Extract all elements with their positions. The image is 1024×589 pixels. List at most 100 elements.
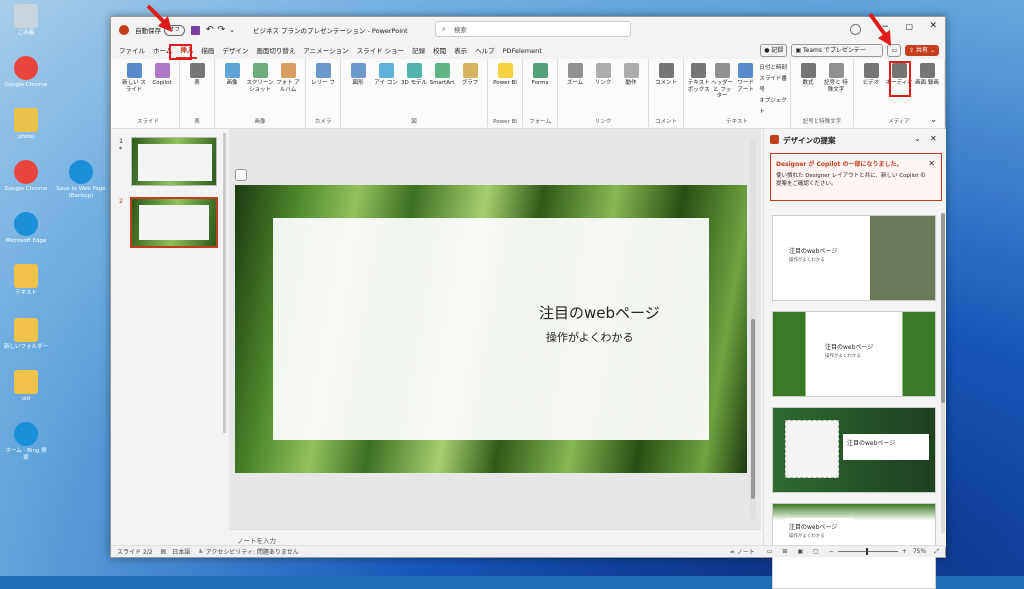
ribbon-small-button-2[interactable]: オブジェクト (759, 96, 787, 118)
ribbon-icon (714, 63, 730, 78)
tab-12[interactable]: PDFelement (499, 44, 546, 58)
status-lang[interactable]: 日本語 (172, 547, 190, 556)
ribbon-collapse-icon[interactable]: ⌄ (930, 115, 937, 124)
design-suggestion[interactable]: 注目のwebページ (772, 407, 936, 493)
thumbnail-1[interactable] (131, 137, 217, 186)
zoom-in-icon[interactable]: + (902, 548, 907, 555)
ribbon-icon (800, 63, 816, 78)
thumbnail-2[interactable] (130, 197, 218, 248)
ribbon-button-powerbi-0[interactable]: Power BI (491, 63, 519, 127)
designer-scroll-thumb[interactable] (941, 213, 945, 403)
share-button[interactable]: ⇪ 共有 ⌄ (905, 45, 939, 56)
undo-icon[interactable]: ↶ (206, 25, 214, 35)
ribbon-icon (567, 63, 583, 78)
design-preview-subtitle: 操作がよくわかる (789, 534, 825, 539)
notice-close-icon[interactable]: ✕ (928, 159, 935, 168)
ribbon-button-label: 新しい スライド (122, 80, 146, 93)
ribbon-button-label: ワード アート (737, 80, 754, 93)
customize-qat-icon[interactable]: ⌄ (229, 26, 235, 34)
status-access[interactable]: アクセシビリティ: 問題ありません (206, 547, 299, 556)
desktop-icon[interactable]: Google Chrome (4, 56, 48, 89)
design-suggestion[interactable]: 注目のwebページ 操作がよくわかる (772, 215, 936, 301)
ribbon-icon (919, 63, 935, 78)
desktop-icon[interactable]: old (4, 370, 48, 403)
ribbon-group-comments: コメント コメント (649, 59, 684, 127)
desktop-icon[interactable]: Save to Web Page (Backup) (56, 160, 106, 200)
designer-icon (770, 135, 779, 144)
desktop-icon[interactable]: テキスト (4, 264, 48, 297)
zoom-slider[interactable] (837, 548, 898, 555)
ribbon-button-label: 表 (194, 80, 200, 86)
ribbon-icon (658, 63, 674, 78)
ribbon-button-label: アイ コン (374, 80, 398, 86)
ribbon-group-label: Power BI (493, 119, 517, 125)
slide-content-box[interactable]: 注目のwebページ 操作がよくわかる (273, 218, 709, 440)
design-preview-title: 注目のwebページ (789, 248, 838, 255)
ribbon-icon (738, 63, 754, 78)
thumbnail-1-star: * (119, 145, 123, 153)
ribbon-icon (863, 63, 879, 78)
ribbon-group-label: テキスト (726, 119, 748, 125)
desktop-icon[interactable]: Microsoft Edge (4, 212, 48, 245)
desktop-icon[interactable]: Google Chrome (4, 160, 48, 193)
zoom-thumb[interactable] (865, 548, 868, 555)
tab-4[interactable]: デザイン (218, 44, 252, 58)
save-icon[interactable] (191, 25, 201, 35)
thumbnail-scrollbar[interactable] (223, 133, 226, 433)
notes-toggle[interactable]: ≐ ノート (730, 547, 755, 556)
tab-8[interactable]: 記録 (408, 44, 429, 58)
ribbon-group-label: フォーム (529, 119, 551, 125)
ribbon-icon (280, 63, 296, 78)
maximize-button[interactable]: ▢ (905, 22, 913, 31)
slide-subtitle[interactable]: 操作がよくわかる (546, 329, 633, 345)
ribbon-button-label: コメント (654, 80, 677, 86)
tab-9[interactable]: 校閲 (429, 44, 450, 58)
record-button[interactable]: ● 記録 (760, 44, 788, 57)
copilot-icon[interactable] (235, 169, 247, 181)
account-avatar[interactable] (850, 24, 861, 35)
spellcheck-icon[interactable]: ▤ (161, 548, 167, 555)
sorter-view-icon[interactable]: ⊞ (782, 548, 787, 555)
reading-view-icon[interactable]: ▣ (797, 548, 803, 555)
accessibility-icon[interactable]: ♿ (198, 548, 203, 555)
ribbon-small-button-1[interactable]: スライド番号 (759, 74, 787, 96)
designer-scrollbar[interactable] (941, 213, 945, 533)
ribbon-group-label: スライド (136, 119, 159, 125)
highlight-screen-recording (889, 61, 911, 97)
redo-icon[interactable]: ↷ (218, 25, 226, 35)
zoom-out-icon[interactable]: − (829, 548, 834, 555)
desktop-icon[interactable]: ホーム - Bing 検索 (4, 422, 48, 462)
close-button[interactable]: ✕ (929, 21, 937, 31)
slide-thumbnails-pane: 1 * 2 (111, 129, 229, 547)
slide-title[interactable]: 注目のwebページ (539, 302, 660, 323)
ribbon-icon (691, 63, 707, 78)
tab-7[interactable]: スライド ショー (353, 44, 409, 58)
tab-11[interactable]: ヘルプ (471, 44, 499, 58)
tab-5[interactable]: 画面切り替え (252, 44, 299, 58)
scrollbar-thumb[interactable] (751, 319, 755, 499)
desktop-icon[interactable]: photo (4, 108, 48, 141)
tab-10[interactable]: 表示 (450, 44, 471, 58)
ribbon-icon (350, 63, 366, 78)
desktop-icon-label: 新しいフォルダー (4, 344, 49, 350)
desktop-icon[interactable]: ごみ箱 (4, 4, 48, 37)
ribbon-group-powerbi: Power BI Power BI (488, 59, 523, 127)
fit-slide-icon[interactable]: ⤢ (934, 548, 939, 556)
search-box[interactable]: ⌕ 検索 (435, 21, 631, 37)
tab-3[interactable]: 描画 (197, 44, 218, 58)
design-suggestion[interactable]: 注目のwebページ 操作がよくわかる (772, 311, 936, 397)
tab-6[interactable]: アニメーション (299, 44, 352, 58)
desktop-icon[interactable]: 新しいフォルダー (4, 318, 48, 351)
window-title: ビジネス プランのプレゼンテーション - PowerPoint (252, 27, 408, 35)
current-slide[interactable]: 注目のwebページ 操作がよくわかる (235, 185, 747, 473)
slideshow-view-icon[interactable]: ▢ (813, 548, 819, 555)
ribbon-small-button-0[interactable]: 日付と時刻 (759, 63, 787, 74)
tab-0[interactable]: ファイル (115, 44, 149, 58)
ribbon-group-symbols: 数式 記号と 特殊文字 記号と特殊文字 (791, 59, 854, 127)
close-pane-icon[interactable]: ✕ (930, 134, 937, 143)
ribbon-button-label: 動作 (625, 80, 637, 86)
zoom-level[interactable]: 75% (913, 548, 926, 555)
canvas-scrollbar[interactable] (750, 139, 756, 519)
normal-view-icon[interactable]: ▭ (767, 548, 773, 555)
collapse-icon[interactable]: ⌄ (914, 134, 921, 143)
